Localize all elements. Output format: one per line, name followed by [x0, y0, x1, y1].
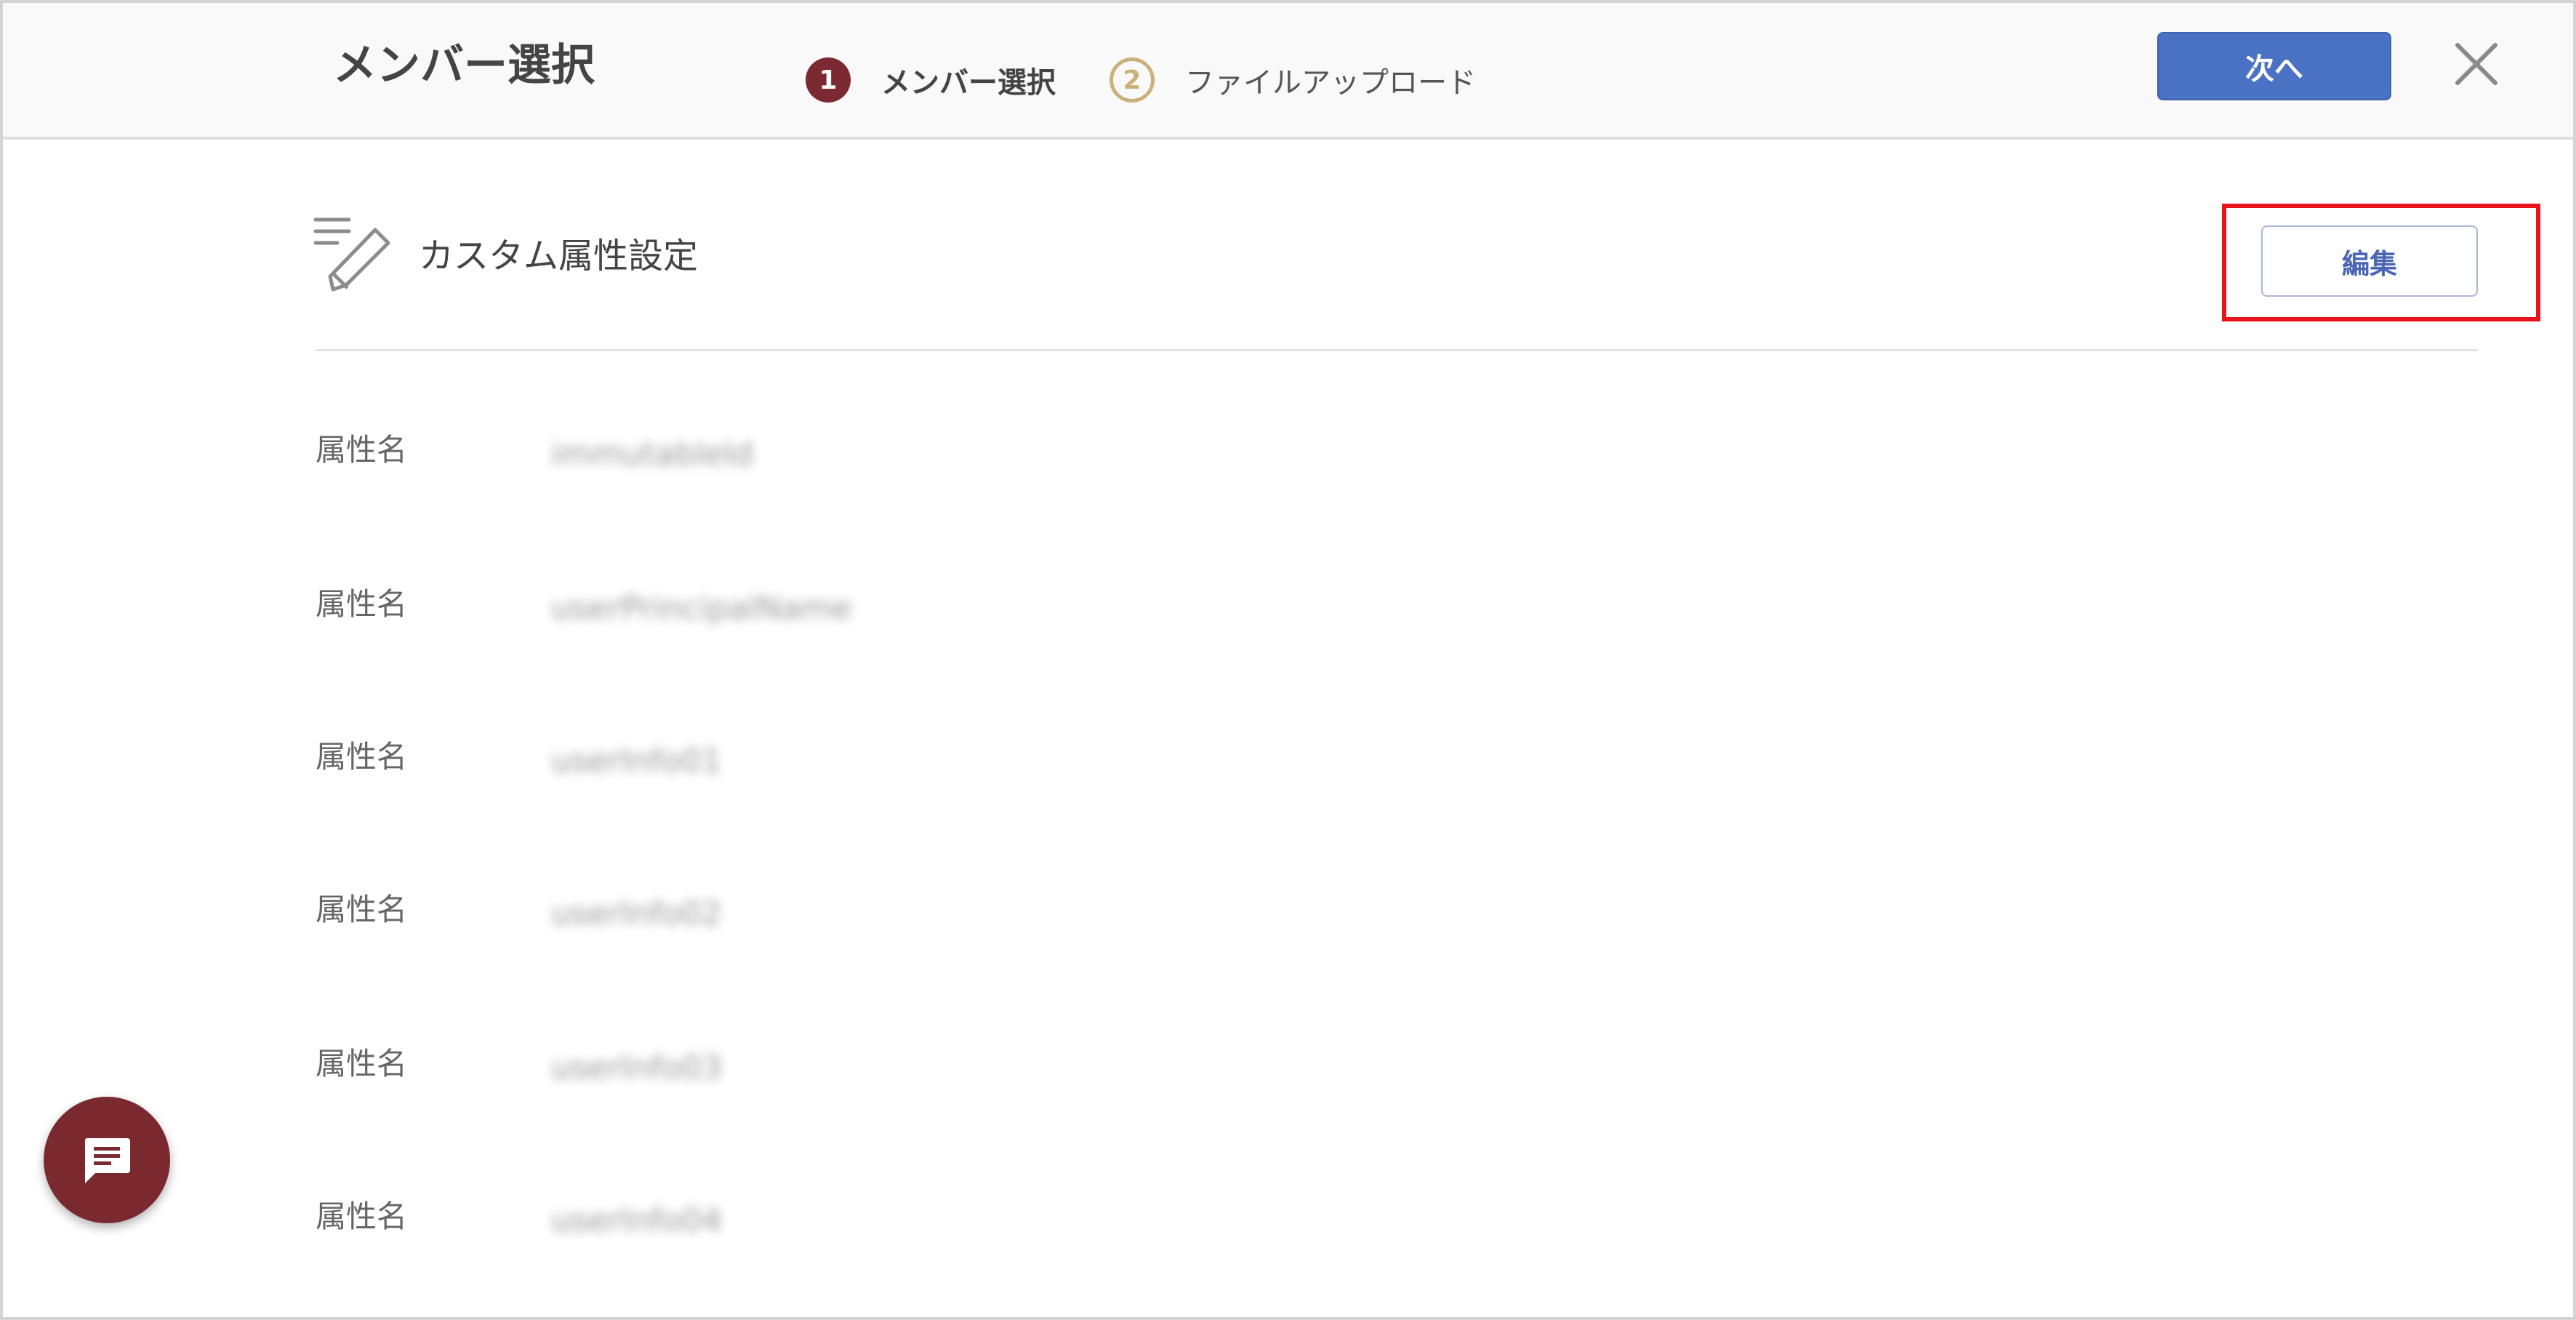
attribute-row: 属性名 userInfo04 — [316, 1191, 2424, 1242]
attribute-value: immutableId — [551, 436, 754, 473]
edit-button[interactable]: 編集 — [2261, 225, 2478, 297]
member-select-dialog: メンバー選択 1 メンバー選択 2 ファイルアップロード 次へ カスタム属性設定… — [0, 0, 2576, 1320]
attribute-row: 属性名 userInfo03 — [316, 1039, 2424, 1089]
attribute-label: 属性名 — [316, 432, 408, 468]
step-number-2: 2 — [1110, 57, 1155, 103]
page-title: メンバー選択 — [333, 40, 595, 91]
attribute-value: userPrincipalName — [551, 590, 852, 627]
attribute-value: userInfo03 — [551, 1049, 723, 1087]
close-button[interactable] — [2453, 41, 2500, 87]
attribute-label: 属性名 — [316, 739, 408, 775]
attribute-label: 属性名 — [316, 1046, 408, 1081]
attribute-row: 属性名 userInfo01 — [316, 732, 2424, 783]
step-label-2: ファイルアップロード — [1185, 66, 1476, 100]
attribute-value: userInfo01 — [551, 743, 723, 780]
chat-icon — [84, 1138, 130, 1183]
attribute-label: 属性名 — [316, 586, 408, 622]
attribute-value: userInfo02 — [551, 895, 723, 932]
step-label-1: メンバー選択 — [881, 66, 1056, 100]
section-divider — [316, 349, 2478, 351]
attribute-row: 属性名 userPrincipalName — [316, 579, 2424, 630]
attribute-value: userInfo04 — [551, 1202, 723, 1239]
step-file-upload: 2 ファイルアップロード — [1110, 57, 1476, 103]
close-icon — [2455, 43, 2497, 85]
dialog-header: メンバー選択 1 メンバー選択 2 ファイルアップロード 次へ — [3, 3, 2573, 140]
attribute-row: 属性名 immutableId — [316, 425, 2424, 476]
section-title: カスタム属性設定 — [419, 236, 699, 276]
next-button[interactable]: 次へ — [2157, 32, 2391, 100]
attribute-row: 属性名 userInfo02 — [316, 884, 2424, 935]
step-number-1: 1 — [806, 57, 851, 103]
attribute-label: 属性名 — [316, 892, 408, 927]
chat-button[interactable] — [44, 1097, 170, 1223]
edit-list-icon — [313, 217, 390, 292]
attribute-label: 属性名 — [316, 1199, 408, 1234]
step-member-select: 1 メンバー選択 — [806, 57, 1056, 103]
